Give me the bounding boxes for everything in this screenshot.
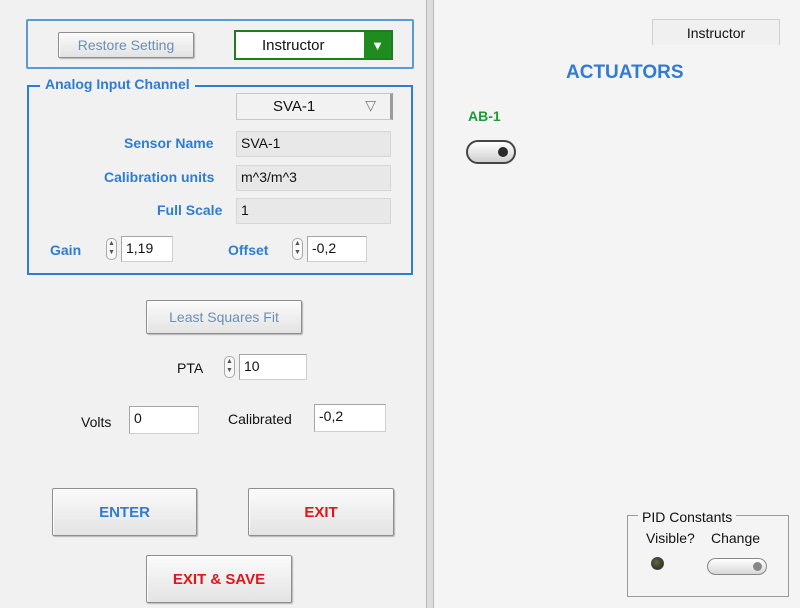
enter-button[interactable]: ENTER <box>52 488 197 536</box>
analog-input-title: Analog Input Channel <box>40 76 195 92</box>
volts-field: 0 <box>129 406 199 434</box>
gain-spinner[interactable]: ▲ ▼ <box>106 238 117 260</box>
channel-select[interactable]: SVA-1 ▽ <box>236 93 393 120</box>
pid-visible-indicator <box>651 557 664 570</box>
offset-spinner[interactable]: ▲ ▼ <box>292 238 303 260</box>
pid-constants-title: PID Constants <box>638 509 737 525</box>
full-scale-field[interactable]: 1 <box>236 198 391 224</box>
calibrated-label: Calibrated <box>228 411 292 427</box>
gain-field[interactable]: 1,19 <box>121 236 173 262</box>
exit-button[interactable]: EXIT <box>248 488 394 536</box>
calibration-units-label: Calibration units <box>104 169 215 185</box>
tab-instructor[interactable]: Instructor <box>652 19 780 45</box>
calibrated-field: -0,2 <box>314 404 386 432</box>
toggle-knob-icon <box>498 147 508 157</box>
panel-splitter[interactable] <box>426 0 434 608</box>
sensor-name-label: Sensor Name <box>124 135 214 151</box>
exit-save-button[interactable]: EXIT & SAVE <box>146 555 292 603</box>
pta-label: PTA <box>177 360 204 376</box>
pid-change-toggle[interactable] <box>707 558 767 575</box>
actuators-title: ACTUATORS <box>566 62 684 83</box>
actuator-ab1-toggle[interactable] <box>466 140 516 164</box>
sensor-name-field[interactable]: SVA-1 <box>236 131 391 157</box>
profile-select-value: Instructor <box>262 37 325 54</box>
offset-label: Offset <box>228 242 269 258</box>
pid-change-label: Change <box>711 530 761 546</box>
channel-select-value: SVA-1 <box>273 98 316 115</box>
restore-setting-button[interactable]: Restore Setting <box>58 32 194 58</box>
pta-spinner[interactable]: ▲ ▼ <box>224 356 235 378</box>
actuator-ab1-label: AB-1 <box>468 108 501 124</box>
dropdown-arrow-icon[interactable]: ▼ <box>364 32 391 58</box>
pid-visible-label: Visible? <box>646 530 695 546</box>
dropdown-triangle-icon[interactable]: ▽ <box>365 97 376 114</box>
volts-label: Volts <box>81 414 112 430</box>
pid-constants-group <box>627 515 789 597</box>
gain-label: Gain <box>50 242 82 258</box>
calibration-units-field[interactable]: m^3/m^3 <box>236 165 391 191</box>
profile-select[interactable]: Instructor ▼ <box>234 30 393 60</box>
least-squares-fit-button[interactable]: Least Squares Fit <box>146 300 302 334</box>
pta-field[interactable]: 10 <box>239 354 307 380</box>
toggle-knob-icon <box>753 562 762 571</box>
offset-field[interactable]: -0,2 <box>307 236 367 262</box>
full-scale-label: Full Scale <box>157 202 223 218</box>
